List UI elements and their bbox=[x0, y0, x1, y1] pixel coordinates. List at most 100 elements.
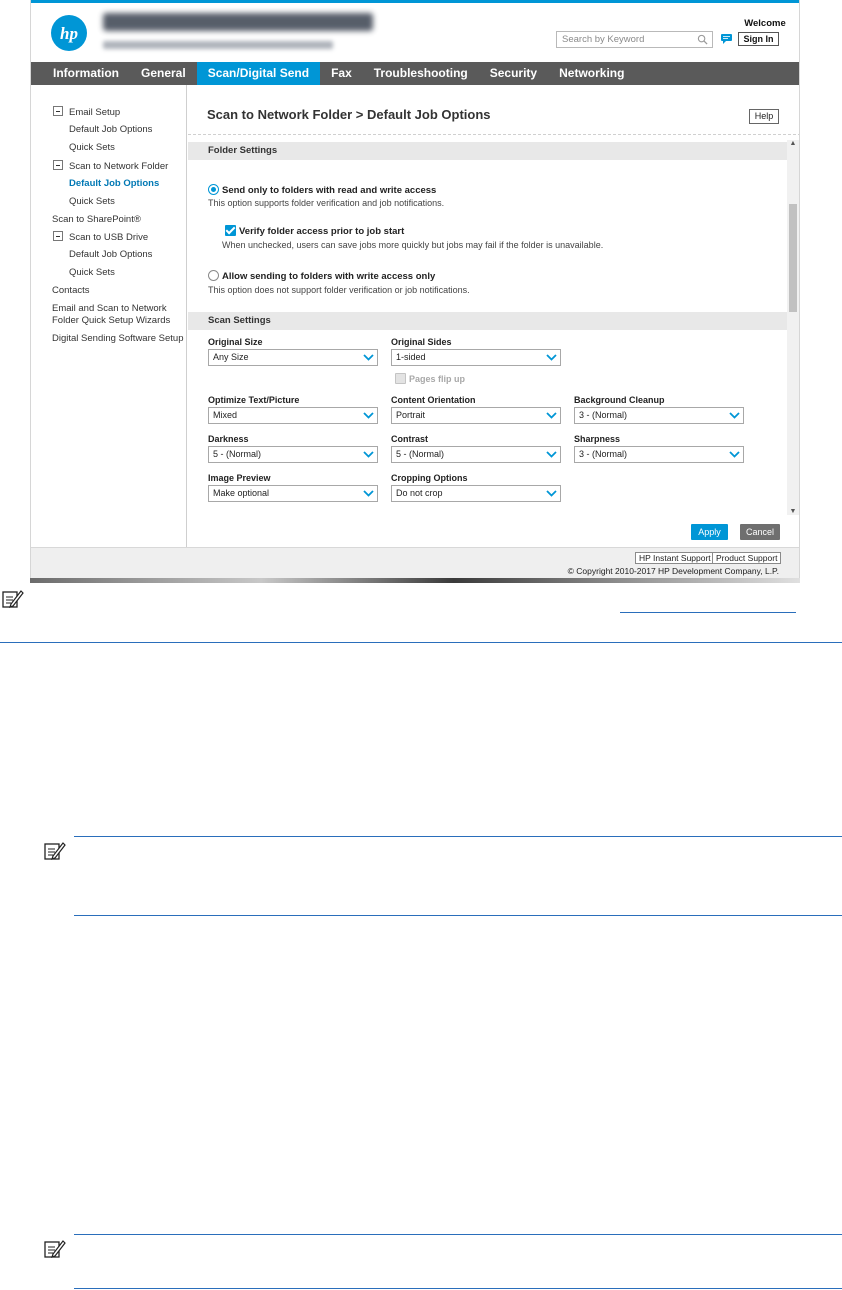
tab-networking[interactable]: Networking bbox=[548, 62, 635, 85]
search-input[interactable]: Search by Keyword bbox=[556, 31, 713, 48]
product-name-blurred bbox=[103, 13, 373, 31]
select-value: 1-sided bbox=[396, 352, 426, 362]
contrast-label: Contrast bbox=[391, 434, 429, 444]
checkbox-pages-flip-up[interactable]: Pages flip up bbox=[395, 369, 465, 387]
ews-header: hp Search by Keyword Welcome Sign In bbox=[31, 0, 799, 62]
note-divider bbox=[74, 1234, 842, 1235]
chevron-down-icon[interactable] bbox=[360, 486, 377, 501]
sidebar-item-usb-quick-sets[interactable]: Quick Sets bbox=[69, 267, 115, 278]
sidebar-item-snf-default-job-options[interactable]: Default Job Options bbox=[69, 178, 159, 189]
original-size-label: Original Size bbox=[208, 337, 263, 347]
select-value: 3 - (Normal) bbox=[579, 410, 628, 420]
product-subtitle-blurred bbox=[103, 41, 333, 49]
copyright-text: © Copyright 2010-2017 HP Development Com… bbox=[567, 566, 779, 576]
radio-selected-icon[interactable] bbox=[208, 184, 219, 195]
contrast-select[interactable]: 5 - (Normal) bbox=[391, 446, 561, 463]
darkness-select[interactable]: 5 - (Normal) bbox=[208, 446, 378, 463]
cropping-options-select[interactable]: Do not crop bbox=[391, 485, 561, 502]
select-value: 5 - (Normal) bbox=[396, 449, 445, 459]
background-cleanup-select[interactable]: 3 - (Normal) bbox=[574, 407, 744, 424]
checkbox-label: Verify folder access prior to job start bbox=[239, 226, 405, 237]
original-sides-select[interactable]: 1-sided bbox=[391, 349, 561, 366]
sharpness-label: Sharpness bbox=[574, 434, 621, 444]
settings-scroll-pane[interactable]: Folder Settings Send only to folders wit… bbox=[188, 140, 799, 515]
collapse-icon[interactable] bbox=[53, 160, 63, 170]
radio-label: Send only to folders with read and write… bbox=[222, 185, 437, 196]
image-preview-select[interactable]: Make optional bbox=[208, 485, 378, 502]
sidebar-item-scan-to-usb-drive[interactable]: Scan to USB Drive bbox=[53, 231, 148, 243]
optimize-select[interactable]: Mixed bbox=[208, 407, 378, 424]
help-button[interactable]: Help bbox=[749, 109, 779, 124]
radio-read-write-access[interactable]: Send only to folders with read and write… bbox=[208, 180, 436, 198]
checkbox-label: Pages flip up bbox=[409, 374, 466, 384]
hp-logo[interactable]: hp bbox=[51, 15, 87, 51]
sidebar-item-scan-to-network-folder[interactable]: Scan to Network Folder bbox=[53, 160, 168, 172]
scroll-thumb[interactable] bbox=[789, 204, 797, 312]
chevron-down-icon[interactable] bbox=[543, 350, 560, 365]
chevron-down-icon[interactable] bbox=[726, 447, 743, 462]
select-value: Portrait bbox=[396, 410, 426, 420]
hyperlink-underline[interactable] bbox=[620, 612, 796, 613]
chevron-down-icon[interactable] bbox=[543, 408, 560, 423]
vertical-scrollbar[interactable]: ▲ ▼ bbox=[787, 140, 799, 515]
radio-write-access-only[interactable]: Allow sending to folders with write acce… bbox=[208, 266, 435, 284]
radio-label: Allow sending to folders with write acce… bbox=[222, 271, 436, 282]
checkbox-verify-folder-access[interactable]: Verify folder access prior to job start bbox=[225, 221, 404, 239]
sidebar-item-snf-quick-sets[interactable]: Quick Sets bbox=[69, 196, 115, 207]
sidebar-item-contacts[interactable]: Contacts bbox=[52, 285, 90, 296]
sidebar-item-digital-sending-software-setup[interactable]: Digital Sending Software Setup bbox=[52, 333, 184, 344]
collapse-icon[interactable] bbox=[53, 106, 63, 116]
sign-in-button[interactable]: Sign In bbox=[738, 32, 779, 46]
main-content: Scan to Network Folder > Default Job Opt… bbox=[188, 85, 799, 547]
sharpness-select[interactable]: 3 - (Normal) bbox=[574, 446, 744, 463]
radio-unselected-icon[interactable] bbox=[208, 270, 219, 281]
chevron-down-icon[interactable] bbox=[360, 350, 377, 365]
sidebar-item-usb-default-job-options[interactable]: Default Job Options bbox=[69, 249, 152, 260]
scroll-up-arrow-icon[interactable]: ▲ bbox=[789, 140, 797, 147]
tab-scan-digital-send[interactable]: Scan/Digital Send bbox=[196, 62, 321, 85]
title-divider bbox=[188, 133, 799, 135]
tab-security[interactable]: Security bbox=[479, 62, 548, 85]
select-value: Any Size bbox=[213, 352, 249, 362]
chevron-down-icon[interactable] bbox=[543, 486, 560, 501]
tab-information[interactable]: Information bbox=[31, 62, 130, 85]
apply-button[interactable]: Apply bbox=[691, 524, 728, 540]
checkbox-disabled-icon[interactable] bbox=[395, 373, 406, 384]
cancel-button[interactable]: Cancel bbox=[740, 524, 780, 540]
original-size-select[interactable]: Any Size bbox=[208, 349, 378, 366]
sidebar-item-label: Email Setup bbox=[69, 107, 121, 118]
hp-instant-support-link[interactable]: HP Instant Support bbox=[635, 552, 715, 564]
scan-settings-heading: Scan Settings bbox=[188, 312, 787, 330]
tab-troubleshooting[interactable]: Troubleshooting bbox=[363, 62, 479, 85]
checkbox-checked-icon[interactable] bbox=[225, 225, 236, 236]
note-divider bbox=[0, 642, 842, 643]
chevron-down-icon[interactable] bbox=[543, 447, 560, 462]
original-sides-label: Original Sides bbox=[391, 337, 452, 347]
ews-screenshot: hp Search by Keyword Welcome Sign In Inf… bbox=[30, 0, 800, 581]
chat-icon[interactable] bbox=[721, 34, 732, 44]
cropping-options-label: Cropping Options bbox=[391, 473, 468, 483]
tab-fax[interactable]: Fax bbox=[320, 62, 363, 85]
sidebar-item-email-setup[interactable]: Email Setup bbox=[53, 106, 120, 118]
sidebar-item-label: Scan to Network Folder bbox=[69, 161, 169, 172]
sidebar-item-wizards-line1[interactable]: Email and Scan to Network bbox=[52, 303, 167, 314]
folder-settings-heading: Folder Settings bbox=[188, 142, 787, 160]
product-support-link[interactable]: Product Support bbox=[712, 552, 782, 564]
sidebar-item-email-quick-sets[interactable]: Quick Sets bbox=[69, 142, 115, 153]
sidebar-item-scan-to-sharepoint[interactable]: Scan to SharePoint® bbox=[52, 214, 141, 225]
verify-description: When unchecked, users can save jobs more… bbox=[222, 240, 604, 250]
search-icon[interactable] bbox=[697, 34, 708, 45]
tab-general[interactable]: General bbox=[130, 62, 197, 85]
chevron-down-icon[interactable] bbox=[360, 408, 377, 423]
select-value: Do not crop bbox=[396, 488, 443, 498]
note-icon bbox=[44, 1240, 66, 1258]
sidebar-item-email-default-job-options[interactable]: Default Job Options bbox=[69, 124, 152, 135]
chevron-down-icon[interactable] bbox=[360, 447, 377, 462]
collapse-icon[interactable] bbox=[53, 231, 63, 241]
screenshot-edge-decoration bbox=[30, 578, 800, 583]
chevron-down-icon[interactable] bbox=[726, 408, 743, 423]
select-value: 5 - (Normal) bbox=[213, 449, 262, 459]
scroll-down-arrow-icon[interactable]: ▼ bbox=[789, 508, 797, 515]
sidebar-item-wizards-line2[interactable]: Folder Quick Setup Wizards bbox=[52, 315, 170, 326]
content-orientation-select[interactable]: Portrait bbox=[391, 407, 561, 424]
